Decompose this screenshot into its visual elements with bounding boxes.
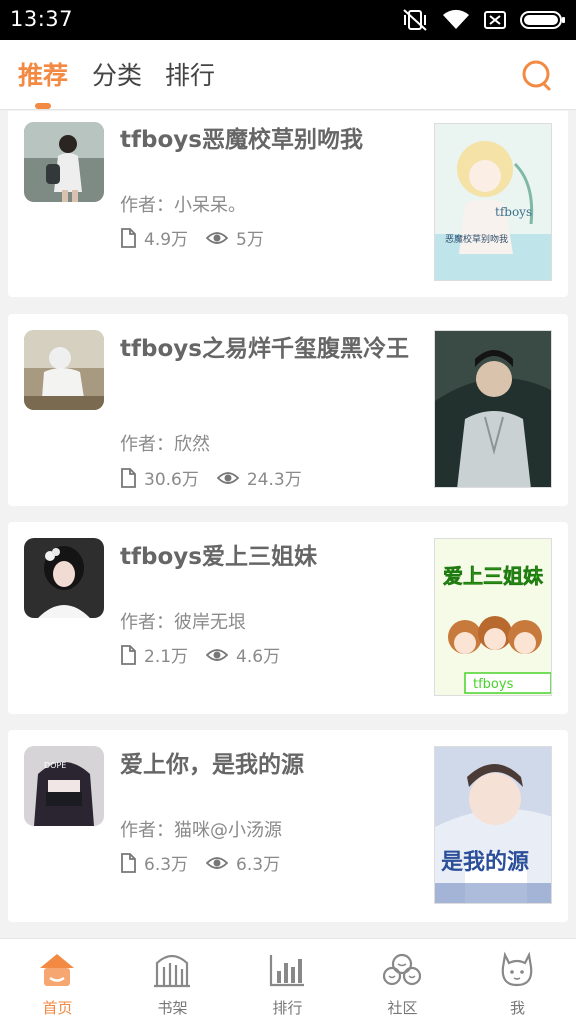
author-avatar <box>24 330 104 410</box>
book-title[interactable]: 爱上你，是我的源 <box>120 750 410 780</box>
view-count: 5万 <box>236 230 264 250</box>
no-sim-icon <box>484 11 506 29</box>
eye-icon <box>206 231 229 244</box>
cover-text: 是我的源 <box>441 849 529 875</box>
home-icon <box>40 954 74 986</box>
view-count: 24.3万 <box>246 470 302 490</box>
wifi-icon <box>443 9 469 29</box>
nav-ranking[interactable]: 排行 <box>230 939 345 1024</box>
svg-text:tfboys: tfboys <box>495 205 532 219</box>
document-icon <box>121 852 136 873</box>
nav-label: 首页 <box>42 999 73 1017</box>
book-stats: 6.3万 6.3万 <box>120 850 298 875</box>
view-count: 4.6万 <box>236 647 281 667</box>
eye-icon <box>216 471 239 484</box>
book-author: 作者：彼岸无垠 <box>120 612 246 633</box>
bookshelf-icon <box>154 954 190 988</box>
word-count: 4.9万 <box>144 230 189 250</box>
bottom-navigation: 首页 书架 排行 社区 我 <box>0 938 576 1024</box>
document-icon <box>121 467 136 488</box>
community-icon <box>382 953 422 986</box>
book-cover[interactable]: 爱上三姐妹 tfboys <box>434 538 552 696</box>
book-stats: 4.9万 5万 <box>120 225 282 250</box>
view-count: 6.3万 <box>236 855 281 875</box>
ranking-icon <box>269 955 304 987</box>
word-count: 6.3万 <box>144 855 189 875</box>
book-author: 作者：猫咪@小汤源 <box>120 820 282 841</box>
nav-bookshelf[interactable]: 书架 <box>115 939 230 1024</box>
book-card[interactable]: DOPE 爱上你，是我的源 作者：猫咪@小汤源 6.3万 6.3万 是我的源 <box>8 730 568 922</box>
eye-icon <box>206 856 229 869</box>
word-count: 30.6万 <box>144 470 199 490</box>
active-tab-indicator <box>35 103 51 109</box>
vibrate-off-icon <box>403 9 427 31</box>
nav-label: 排行 <box>272 999 303 1017</box>
nav-label: 社区 <box>387 999 418 1017</box>
eye-icon <box>206 648 229 661</box>
book-title[interactable]: tfboys爱上三姐妹 <box>120 542 410 572</box>
book-title[interactable]: tfboys之易烊千玺腹黑冷王 <box>120 334 410 364</box>
battery-icon <box>520 11 565 29</box>
book-author: 作者：欣然 <box>120 434 210 455</box>
svg-text:tfboys: tfboys <box>473 677 514 692</box>
word-count: 2.1万 <box>144 647 189 667</box>
tab-recommend[interactable]: 推荐 <box>18 56 68 92</box>
book-card[interactable]: tfboys之易烊千玺腹黑冷王 作者：欣然 30.6万 24.3万 <box>8 314 568 506</box>
nav-home[interactable]: 首页 <box>0 939 115 1024</box>
author-avatar <box>24 122 104 202</box>
author-avatar <box>24 538 104 618</box>
book-cover[interactable]: 是我的源 <box>434 746 552 904</box>
document-icon <box>121 644 136 665</box>
svg-text:DOPE: DOPE <box>44 761 66 770</box>
book-card[interactable]: tfboys恶魔校草别吻我 作者：小呆呆。 4.9万 5万 tfboys 恶魔校… <box>8 111 568 297</box>
tab-category[interactable]: 分类 <box>92 56 142 92</box>
cover-text: 爱上三姐妹 <box>443 564 544 588</box>
book-cover[interactable]: tfboys 恶魔校草别吻我 <box>434 123 552 281</box>
book-stats: 2.1万 4.6万 <box>120 642 298 667</box>
book-stats: 30.6万 24.3万 <box>120 465 320 490</box>
author-avatar: DOPE <box>24 746 104 826</box>
tab-ranking[interactable]: 排行 <box>165 56 215 92</box>
nav-profile[interactable]: 我 <box>460 939 575 1024</box>
status-time: 13:37 <box>10 7 74 31</box>
nav-label: 我 <box>509 999 525 1017</box>
book-author: 作者：小呆呆。 <box>120 195 246 216</box>
top-tab-bar: 推荐 分类 排行 <box>0 40 576 110</box>
book-card[interactable]: tfboys爱上三姐妹 作者：彼岸无垠 2.1万 4.6万 爱上三姐妹 tfbo… <box>8 522 568 714</box>
profile-icon <box>501 951 533 987</box>
book-title[interactable]: tfboys恶魔校草别吻我 <box>120 125 410 155</box>
nav-label: 书架 <box>157 999 188 1017</box>
book-feed: tfboys恶魔校草别吻我 作者：小呆呆。 4.9万 5万 tfboys 恶魔校… <box>0 111 576 938</box>
document-icon <box>121 227 136 248</box>
nav-community[interactable]: 社区 <box>345 939 460 1024</box>
cover-text: 恶魔校草别吻我 <box>445 233 508 245</box>
status-bar: 13:37 <box>0 0 576 40</box>
search-icon[interactable] <box>520 58 554 92</box>
book-cover[interactable] <box>434 330 552 488</box>
